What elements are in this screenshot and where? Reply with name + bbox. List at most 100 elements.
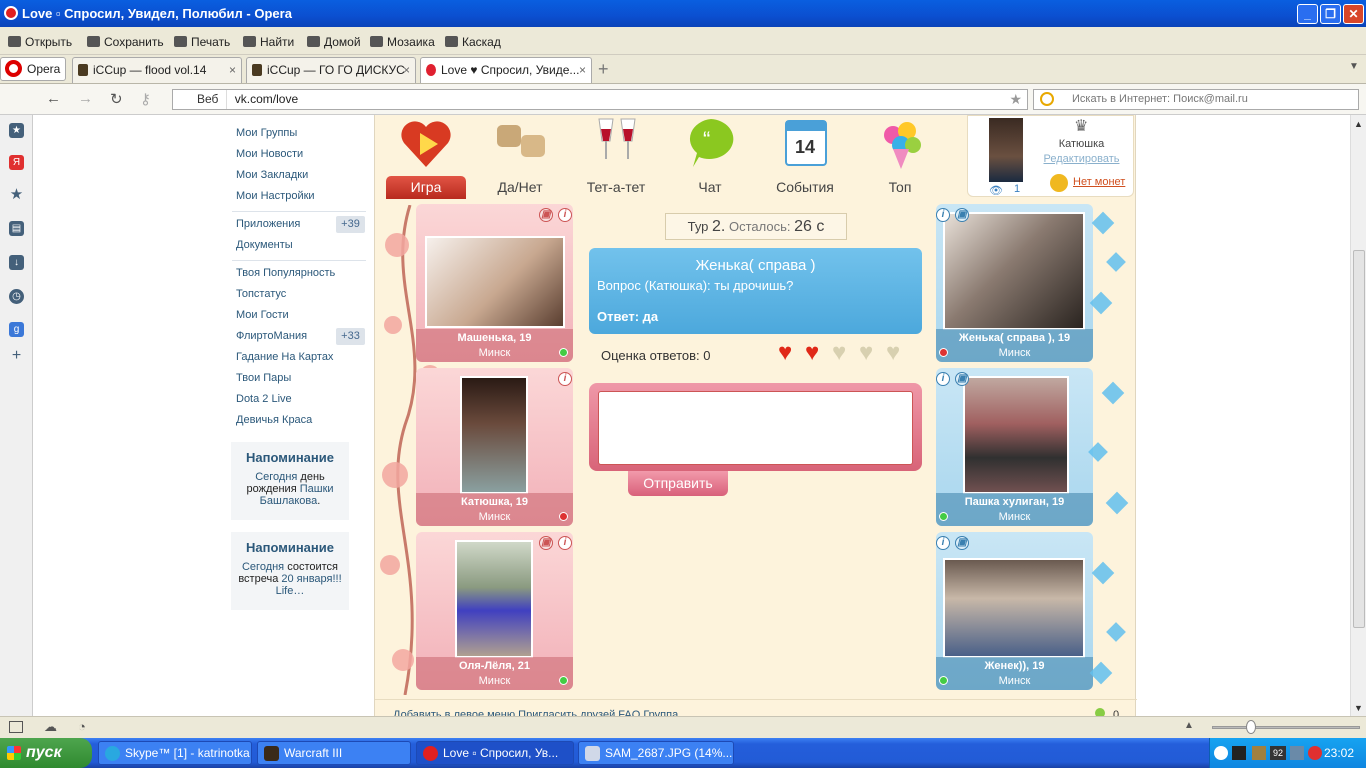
info-icon[interactable]: i (558, 536, 572, 550)
player-photo[interactable] (455, 540, 533, 658)
menu-apps[interactable]: Приложения (236, 218, 300, 230)
reminder-link[interactable]: Сегодня (255, 471, 297, 483)
info-icon[interactable]: i (558, 372, 572, 386)
tab-list-chevron-icon[interactable]: ▼ (1349, 61, 1359, 72)
player-card-right-3[interactable]: i ▣ Женек)), 19 Минск (936, 532, 1093, 690)
task-warcraft[interactable]: Warcraft III (257, 741, 411, 765)
menu-card-fortune[interactable]: Гадание На Картах (236, 351, 333, 363)
tab-love[interactable]: Love ♥ Спросил, Увиде... × (420, 57, 592, 83)
rating-heart-icon[interactable]: ♥ (859, 341, 883, 365)
menu-girl-beauty[interactable]: Девичья Краса (236, 414, 312, 426)
tab-close-icon[interactable]: × (229, 58, 236, 82)
cascade-button[interactable]: Каскад (445, 35, 501, 49)
menu-my-bookmarks[interactable]: Мои Закладки (236, 169, 308, 181)
url-field[interactable]: Веб vk.com/love ★ (172, 89, 1028, 110)
forward-icon[interactable]: → (78, 90, 93, 107)
page-scrollbar[interactable]: ▲ ▼ (1350, 115, 1366, 716)
wand-key-icon[interactable]: ⚷ (140, 90, 151, 108)
apps-count-badge[interactable]: +39 (336, 216, 365, 233)
gift-icon[interactable]: ▣ (539, 208, 553, 222)
bookmarks-panel-icon[interactable]: ★ (9, 123, 24, 138)
answer-input[interactable] (598, 391, 913, 465)
menu-your-pairs[interactable]: Твои Пары (236, 372, 291, 384)
search-engine-icon[interactable] (1040, 92, 1054, 106)
network-icon[interactable] (1290, 746, 1304, 760)
tab-flood[interactable]: iCCup — flood vol.14 × (72, 57, 242, 83)
zoom-slider-knob[interactable] (1246, 720, 1256, 734)
task-image-viewer[interactable]: SAM_2687.JPG (14%... (578, 741, 734, 765)
opera-menu-button[interactable]: Opera (0, 57, 66, 81)
edit-profile-link[interactable]: Редактировать (1028, 153, 1135, 165)
player-card-left-2[interactable]: i Катюшка, 19 Минск (416, 368, 573, 526)
google-icon[interactable]: g (9, 322, 24, 337)
rating-heart-icon[interactable]: ♥ (805, 341, 829, 365)
menu-flirtomania[interactable]: ФлиртоМания (236, 330, 307, 342)
player-photo[interactable] (963, 376, 1069, 494)
minimize-button[interactable]: _ (1297, 4, 1318, 24)
rating-heart-icon[interactable]: ♥ (832, 341, 856, 365)
opera-tray-icon[interactable] (1308, 746, 1322, 760)
zoom-slider[interactable] (1212, 726, 1360, 729)
menu-my-settings[interactable]: Мои Настройки (236, 190, 315, 202)
start-button[interactable]: пуск (0, 738, 92, 768)
speed-dial-icon[interactable]: ◔ (78, 719, 86, 734)
menu-popularity[interactable]: Твоя Популярность (236, 267, 335, 279)
find-button[interactable]: Найти (243, 35, 294, 49)
reload-icon[interactable]: ↻ (110, 90, 123, 108)
panel-toggle-icon[interactable] (9, 721, 23, 733)
reminder-link[interactable]: Сегодня (242, 561, 284, 573)
info-icon[interactable]: i (936, 372, 950, 386)
player-photo[interactable] (460, 376, 528, 494)
scroll-down-icon[interactable]: ▼ (1354, 703, 1363, 713)
info-icon[interactable]: i (558, 208, 572, 222)
bookmark-star-icon[interactable]: ★ (1009, 90, 1022, 109)
scroll-up-icon[interactable]: ▲ (1354, 119, 1363, 129)
reminder-link[interactable]: 20 января!!! Life… (276, 573, 342, 597)
close-button[interactable]: ✕ (1343, 4, 1364, 24)
info-icon[interactable]: i (936, 208, 950, 222)
no-coins-link[interactable]: Нет монет (1073, 176, 1125, 188)
tray-expand-icon[interactable] (1214, 746, 1228, 760)
player-photo[interactable] (943, 212, 1085, 330)
task-opera[interactable]: Love ▫ Спросил, Ув... (416, 741, 574, 765)
task-skype[interactable]: Skype™ [1] - katrinotka (98, 741, 252, 765)
tab-close-icon[interactable]: × (579, 58, 586, 82)
menu-my-groups[interactable]: Мои Группы (236, 127, 297, 139)
player-photo[interactable] (943, 558, 1085, 658)
new-tab-icon[interactable]: + (598, 59, 609, 80)
history-icon[interactable]: ◷ (9, 289, 24, 304)
flirt-count-badge[interactable]: +33 (336, 328, 365, 345)
send-button[interactable]: Отправить (628, 471, 728, 496)
menu-dota2-live[interactable]: Dota 2 Live (236, 393, 292, 405)
tab-diskus[interactable]: iCCup — ГО ГО ДИСКУС × (246, 57, 416, 83)
player-card-right-1[interactable]: i ▣ Женька( справа ), 19 Минск (936, 204, 1093, 362)
menu-guests[interactable]: Мои Гости (236, 309, 289, 321)
gift-icon[interactable]: ▣ (955, 536, 969, 550)
rating-heart-icon[interactable]: ♥ (886, 341, 910, 365)
clock[interactable]: 23:02 (1324, 738, 1354, 768)
print-button[interactable]: Печать (174, 35, 230, 49)
tray-temp-icon[interactable]: 92 (1270, 746, 1286, 760)
tile-button[interactable]: Мозаика (370, 35, 435, 49)
gift-icon[interactable]: ▣ (955, 372, 969, 386)
open-button[interactable]: Открыть (8, 35, 72, 49)
gift-icon[interactable]: ▣ (955, 208, 969, 222)
cloud-icon[interactable]: ☁ (44, 719, 57, 735)
add-panel-icon[interactable]: + (9, 348, 24, 364)
menu-topstatus[interactable]: Топстатус (236, 288, 286, 300)
player-card-left-3[interactable]: ▣ i Оля-Лёля, 21 Минск (416, 532, 573, 690)
search-field[interactable]: Искать в Интернет: Поиск@mail.ru (1033, 89, 1359, 110)
player-card-right-2[interactable]: i ▣ Пашка хулиган, 19 Минск (936, 368, 1093, 526)
maximize-button[interactable]: ❐ (1320, 4, 1341, 24)
save-button[interactable]: Сохранить (87, 35, 164, 49)
player-photo[interactable] (425, 236, 565, 328)
downloads-icon[interactable]: ↓ (9, 255, 24, 270)
player-card-left-1[interactable]: ▣ i Машенька, 19 Минск (416, 204, 573, 362)
tab-close-icon[interactable]: × (403, 58, 410, 82)
rating-heart-icon[interactable]: ♥ (778, 341, 802, 365)
scroll-thumb[interactable] (1353, 250, 1365, 628)
tray-app-icon[interactable] (1232, 746, 1246, 760)
menu-my-news[interactable]: Мои Новости (236, 148, 303, 160)
back-icon[interactable]: ← (46, 90, 61, 107)
gift-icon[interactable]: ▣ (539, 536, 553, 550)
